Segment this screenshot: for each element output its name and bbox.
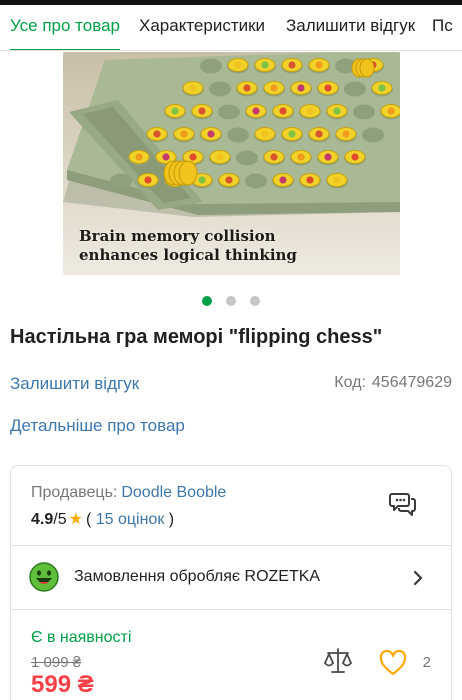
token-fruit [216,153,224,161]
token-fruit [207,130,215,138]
board-hole [353,104,375,120]
seller-label: Продавець: [31,484,118,501]
product-code-label: Код: [334,374,366,391]
tab-questions[interactable]: Пс [432,16,453,36]
board-hole [209,81,231,97]
token-fruit [189,153,197,161]
gallery-dot-1[interactable] [202,296,212,306]
active-tab-indicator [10,49,120,50]
rating-max: /5 [53,511,67,528]
tab-characteristics[interactable]: Характеристики [139,16,265,36]
token-fruit [306,107,314,115]
favorites-count: 2 [422,654,431,671]
token-fruit [198,176,206,184]
board-hole [200,58,222,74]
caption-line-2: enhances logical thinking [79,246,297,264]
token-fruit [288,130,296,138]
availability-status: Є в наявності [31,629,132,646]
chevron-right-icon [413,570,423,586]
token-fruit [135,153,143,161]
current-price: 599 ₴ [31,671,94,698]
token-fruit [153,130,161,138]
caption-line-1: Brain memory collision [79,227,276,245]
product-code-value: 456479629 [371,374,452,391]
compare-scales-icon[interactable] [323,646,353,676]
gallery-dot-3[interactable] [250,296,260,306]
token-fruit [324,153,332,161]
rating-value: 4.9 [31,511,54,528]
product-tabs: Усе про товар Характеристики Залишити ві… [0,5,462,51]
token-fruit [261,61,269,69]
token-fruit [315,130,323,138]
token-fruit [270,153,278,161]
token-fruit [324,84,332,92]
token-fruit [279,176,287,184]
token-fruit [270,84,278,92]
token-fruit [306,176,314,184]
product-details-link[interactable]: Детальніше про товар [10,416,185,436]
token-fruit [243,84,251,92]
gallery-caption: Brain memory collision enhances logical … [79,227,297,265]
board-hole [110,173,132,189]
product-title: Настільна гра меморі "flipping chess" [10,326,383,348]
token-fruit [234,61,242,69]
token-fruit [333,107,341,115]
tab-all-about-product[interactable]: Усе про товар [10,16,120,36]
tab-leave-review[interactable]: Залишити відгук [286,16,415,36]
seller-row: Продавець: Doodle Booble 4.9/5 ★( 15 оціно… [11,466,451,546]
board-hole [344,81,366,97]
gallery-dot-2[interactable] [226,296,236,306]
seller-info: Продавець: Doodle Booble [31,484,226,502]
seller-rating: 4.9/5 ★( 15 оцінок ) [31,509,174,529]
rozetka-smiley-icon [29,562,59,592]
product-image-gallery[interactable]: Brain memory collision enhances logical … [63,52,400,275]
token-fruit [189,84,197,92]
token-fruit [378,84,386,92]
board-hole [227,127,249,143]
token-fruit [180,130,188,138]
token-fruit [297,153,305,161]
token-fruit [252,107,260,115]
token-fruit [297,84,305,92]
chat-icon[interactable] [389,490,417,518]
token-fruit [279,107,287,115]
seller-offer-card: Продавець: Doodle Booble 4.9/5 ★( 15 оціно… [10,465,452,700]
heart-icon[interactable] [379,650,407,676]
board-hole [362,127,384,143]
token-fruit [333,176,341,184]
token-fruit [261,130,269,138]
board-hole [236,150,258,166]
product-code: Код: 456479629 [328,374,452,392]
token-fruit [288,61,296,69]
board-hole [245,173,267,189]
reviews-open: ( [85,511,92,528]
leave-review-link[interactable]: Залишити відгук [10,374,139,394]
token-fruit [198,107,206,115]
token-fruit [225,176,233,184]
rozetka-fulfillment-row[interactable]: Замовлення обробляє ROZETKA [11,546,451,610]
token-fruit [315,61,323,69]
token-fruit [342,130,350,138]
token-fruit [351,153,359,161]
star-icon: ★ [68,511,83,528]
board-hole [218,104,240,120]
token-fruit [171,107,179,115]
token-fruit [162,153,170,161]
old-price: 1 099 ₴ [31,654,82,671]
token-fruit [144,176,152,184]
reviews-close: ) [168,511,175,528]
seller-reviews-link[interactable]: 15 оцінок [96,511,165,528]
token-fruit [387,107,395,115]
rozetka-fulfillment-text: Замовлення обробляє ROZETKA [74,568,321,585]
gallery-pagination [0,296,462,308]
seller-name-link[interactable]: Doodle Booble [121,484,226,501]
